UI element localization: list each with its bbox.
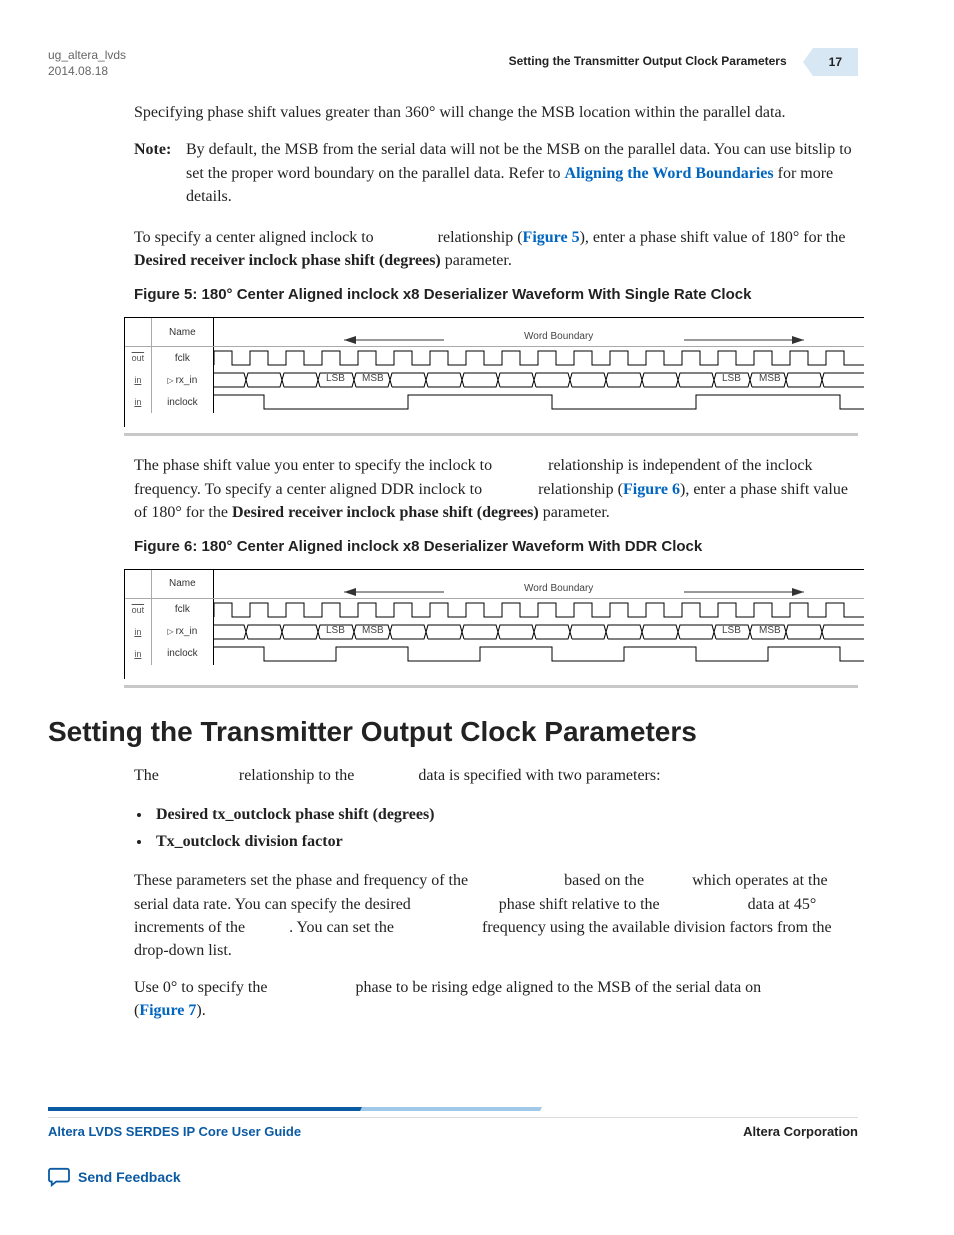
p3-a: The phase shift value you enter to speci… bbox=[134, 457, 496, 474]
row-inclock-label: inclock bbox=[152, 391, 214, 413]
row-fclk-label-6: fclk bbox=[152, 599, 214, 621]
msb-label-2b: MSB bbox=[759, 625, 781, 636]
p5-b: based on the bbox=[560, 872, 648, 889]
feedback-label: Send Feedback bbox=[78, 1169, 181, 1185]
figure-6: Name Word Boundary out fclk bbox=[124, 569, 858, 688]
header-right: Setting the Transmitter Output Clock Par… bbox=[503, 48, 858, 76]
para-two-params: The relationship to the data is specifie… bbox=[134, 764, 858, 787]
p3-bold: Desired receiver inclock phase shift (de… bbox=[232, 504, 539, 521]
row-fclk-label: fclk bbox=[152, 347, 214, 369]
wave-icon-header bbox=[125, 318, 152, 346]
note-label: Note: bbox=[134, 138, 186, 208]
page-number: 17 bbox=[813, 48, 858, 76]
p4-c: data is specified with two parameters: bbox=[414, 767, 660, 784]
para-phase-shift: Specifying phase shift values greater th… bbox=[134, 101, 858, 124]
page-footer: Altera LVDS SERDES IP Core User Guide Al… bbox=[48, 1117, 858, 1187]
p2-bold: Desired receiver inclock phase shift (de… bbox=[134, 252, 441, 269]
row-rxin-label-6: ▷rx_in bbox=[152, 621, 214, 643]
link-figure-5[interactable]: Figure 5 bbox=[523, 229, 580, 246]
p2-d: parameter. bbox=[441, 252, 512, 269]
header-left: ug_altera_lvds 2014.08.18 bbox=[48, 48, 126, 79]
inclock-signal-ddr bbox=[214, 643, 864, 665]
word-boundary-label: Word Boundary bbox=[524, 331, 593, 342]
p6-d: ). bbox=[196, 1002, 205, 1019]
fclk-out-icon: out bbox=[125, 347, 152, 369]
lsb-label-1b: LSB bbox=[722, 373, 741, 384]
fclk-signal-6 bbox=[214, 599, 864, 621]
doc-date: 2014.08.18 bbox=[48, 64, 126, 80]
page-number-decor bbox=[803, 48, 813, 76]
note-block: Note: By default, the MSB from the seria… bbox=[134, 138, 858, 208]
link-figure-6[interactable]: Figure 6 bbox=[623, 481, 680, 498]
figure-5: Name Word Boundary out fclk bbox=[124, 317, 858, 436]
figure-5-title: Figure 5: 180° Center Aligned inclock x8… bbox=[134, 286, 858, 303]
send-feedback-link[interactable]: Send Feedback bbox=[48, 1167, 858, 1187]
p6-b: phase to be rising edge aligned to the M… bbox=[351, 979, 765, 996]
note-body: By default, the MSB from the serial data… bbox=[186, 138, 858, 208]
lsb-label-1a: LSB bbox=[326, 373, 345, 384]
para-independent: The phase shift value you enter to speci… bbox=[134, 454, 858, 524]
wave-icon-header-6 bbox=[125, 570, 152, 598]
bullet-list: Desired tx_outclock phase shift (degrees… bbox=[134, 801, 858, 855]
rxin-in-icon: in bbox=[125, 369, 152, 391]
row-inclock-label-6: inclock bbox=[152, 643, 214, 665]
bullet-2: Tx_outclock division factor bbox=[152, 828, 858, 855]
section-heading: Setting the Transmitter Output Clock Par… bbox=[48, 716, 858, 748]
row-rxin-label: ▷rx_in bbox=[152, 369, 214, 391]
p3-c: relationship ( bbox=[534, 481, 623, 498]
header-title: Setting the Transmitter Output Clock Par… bbox=[503, 48, 803, 76]
para-use-zero: Use 0° to specify the phase to be rising… bbox=[134, 976, 858, 1022]
lsb-label-2a: LSB bbox=[326, 625, 345, 636]
p2-a: To specify a center aligned inclock to bbox=[134, 229, 378, 246]
para-specify-center: To specify a center aligned inclock to r… bbox=[134, 226, 858, 272]
p4-b: relationship to the bbox=[235, 767, 359, 784]
link-align-word-boundaries[interactable]: Aligning the Word Boundaries bbox=[565, 165, 774, 182]
msb-label-2a: MSB bbox=[362, 625, 384, 636]
para-set-phase-freq: These parameters set the phase and frequ… bbox=[134, 869, 858, 962]
fclk-signal bbox=[214, 347, 864, 369]
footer-corp: Altera Corporation bbox=[743, 1124, 858, 1139]
doc-id: ug_altera_lvds bbox=[48, 48, 126, 64]
p5-f: . You can set the bbox=[289, 919, 398, 936]
figure-6-title: Figure 6: 180° Center Aligned inclock x8… bbox=[134, 538, 858, 555]
msb-label-1b: MSB bbox=[759, 373, 781, 384]
bullet-1-text: Desired tx_outclock phase shift (degrees… bbox=[156, 806, 435, 823]
page-header: ug_altera_lvds 2014.08.18 Setting the Tr… bbox=[48, 48, 858, 79]
bullet-1: Desired tx_outclock phase shift (degrees… bbox=[152, 801, 858, 828]
p5-d: phase shift relative to the bbox=[495, 896, 664, 913]
rxin-in-icon-6: in bbox=[125, 621, 152, 643]
word-boundary-label-6: Word Boundary bbox=[524, 583, 593, 594]
link-figure-7[interactable]: Figure 7 bbox=[139, 1002, 196, 1019]
waveform-6: Name Word Boundary out fclk bbox=[124, 569, 864, 679]
p2-b: relationship ( bbox=[434, 229, 523, 246]
inclock-in-icon: in bbox=[125, 391, 152, 413]
inclock-in-icon-6: in bbox=[125, 643, 152, 665]
feedback-icon bbox=[48, 1167, 70, 1187]
p2-c: ), enter a phase shift value of 180° for… bbox=[580, 229, 846, 246]
waveform-5: Name Word Boundary out fclk bbox=[124, 317, 864, 427]
p4-a: The bbox=[134, 767, 163, 784]
fclk-out-icon-6: out bbox=[125, 599, 152, 621]
bullet-2-text: Tx_outclock division factor bbox=[156, 833, 343, 850]
p5-a: These parameters set the phase and frequ… bbox=[134, 872, 472, 889]
msb-label-1a: MSB bbox=[362, 373, 384, 384]
footer-stripe bbox=[48, 1107, 858, 1111]
inclock-signal-srate bbox=[214, 391, 864, 413]
wave-name-header-6: Name bbox=[152, 570, 214, 598]
p6-a: Use 0° to specify the bbox=[134, 979, 271, 996]
footer-guide-link[interactable]: Altera LVDS SERDES IP Core User Guide bbox=[48, 1124, 301, 1139]
p3-e: parameter. bbox=[539, 504, 610, 521]
figure-6-divider bbox=[124, 685, 858, 688]
lsb-label-2b: LSB bbox=[722, 625, 741, 636]
figure-5-divider bbox=[124, 433, 858, 436]
wave-name-header: Name bbox=[152, 318, 214, 346]
